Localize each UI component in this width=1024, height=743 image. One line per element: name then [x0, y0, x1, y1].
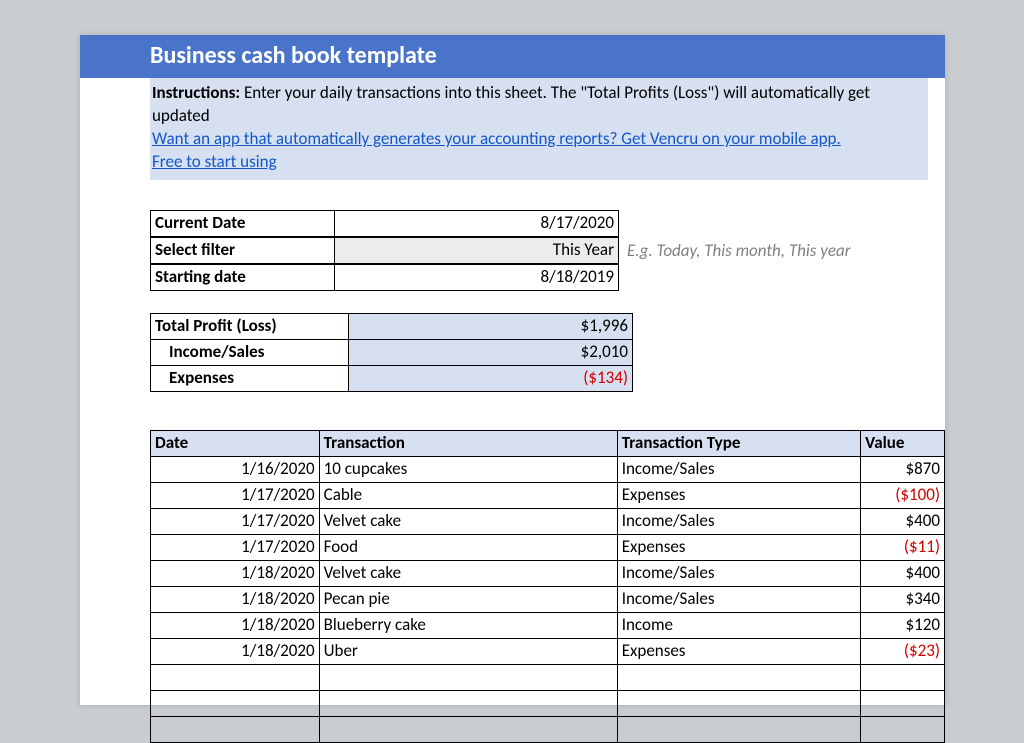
- tx-cell-date[interactable]: 1/18/2020: [151, 586, 320, 612]
- tx-cell-transaction[interactable]: Food: [319, 534, 617, 560]
- spreadsheet-sheet: Business cash book template Instructions…: [80, 35, 945, 705]
- info-row-label: Current Date: [151, 210, 335, 236]
- info-row-value[interactable]: This Year: [335, 237, 619, 263]
- tx-header-row: Date Transaction Transaction Type Value: [151, 430, 945, 456]
- tx-cell-date[interactable]: 1/17/2020: [151, 482, 320, 508]
- tx-cell-value[interactable]: ($23): [861, 638, 945, 664]
- table-row[interactable]: 1/18/2020 Blueberry cake Income $120: [151, 612, 945, 638]
- tx-cell-date[interactable]: [151, 664, 320, 690]
- table-row[interactable]: 1/18/2020 Uber Expenses ($23): [151, 638, 945, 664]
- info-row-table: Select filter This Year: [150, 237, 619, 264]
- summary-row-label: Expenses: [151, 365, 349, 391]
- summary-table: Total Profit (Loss) $1,996 Income/Sales …: [150, 313, 633, 392]
- tx-cell-type[interactable]: Expenses: [617, 534, 860, 560]
- tx-cell-date[interactable]: 1/17/2020: [151, 508, 320, 534]
- summary-row: Income/Sales $2,010: [151, 339, 633, 365]
- tx-header-type: Transaction Type: [617, 430, 860, 456]
- tx-cell-transaction[interactable]: Uber: [319, 638, 617, 664]
- tx-cell-type[interactable]: Income/Sales: [617, 508, 860, 534]
- tx-cell-transaction[interactable]: [319, 716, 617, 742]
- tx-cell-value[interactable]: ($11): [861, 534, 945, 560]
- tx-cell-date[interactable]: 1/18/2020: [151, 638, 320, 664]
- table-row[interactable]: 1/18/2020 Velvet cake Income/Sales $400: [151, 560, 945, 586]
- tx-cell-date[interactable]: 1/17/2020: [151, 534, 320, 560]
- table-row[interactable]: 1/17/2020 Cable Expenses ($100): [151, 482, 945, 508]
- promo-link-text1[interactable]: Want an app that automatically generates…: [152, 128, 841, 149]
- summary-row-value: $2,010: [349, 339, 633, 365]
- summary-row: Expenses ($134): [151, 365, 633, 391]
- info-row: Current Date 8/17/2020: [150, 210, 945, 237]
- summary-row-label: Total Profit (Loss): [151, 313, 349, 339]
- tx-cell-transaction[interactable]: Velvet cake: [319, 508, 617, 534]
- promo-link-text2[interactable]: Free to start using: [152, 151, 277, 172]
- summary-row-value: $1,996: [349, 313, 633, 339]
- info-row-table: Starting date 8/18/2019: [150, 264, 619, 291]
- tx-cell-date[interactable]: 1/18/2020: [151, 612, 320, 638]
- tx-cell-value[interactable]: [861, 664, 945, 690]
- tx-cell-value[interactable]: $340: [861, 586, 945, 612]
- info-row: Starting date 8/18/2019: [150, 264, 945, 291]
- instructions-label: Instructions:: [152, 82, 244, 103]
- tx-cell-value[interactable]: $870: [861, 456, 945, 482]
- tx-cell-transaction[interactable]: [319, 664, 617, 690]
- table-row[interactable]: 1/17/2020 Velvet cake Income/Sales $400: [151, 508, 945, 534]
- table-row[interactable]: [151, 716, 945, 742]
- instructions-body: Enter your daily transactions into this …: [152, 82, 870, 126]
- table-row[interactable]: 1/16/2020 10 cupcakes Income/Sales $870: [151, 456, 945, 482]
- tx-cell-type[interactable]: Income/Sales: [617, 456, 860, 482]
- content-area: Current Date 8/17/2020 Select filter Thi…: [80, 180, 945, 743]
- info-row-table: Current Date 8/17/2020: [150, 210, 619, 237]
- instructions-box: Instructions: Enter your daily transacti…: [150, 78, 928, 180]
- tx-cell-transaction[interactable]: Pecan pie: [319, 586, 617, 612]
- tx-cell-transaction[interactable]: 10 cupcakes: [319, 456, 617, 482]
- tx-cell-type[interactable]: Income: [617, 612, 860, 638]
- summary-row: Total Profit (Loss) $1,996: [151, 313, 633, 339]
- tx-cell-transaction[interactable]: Velvet cake: [319, 560, 617, 586]
- tx-cell-value[interactable]: $120: [861, 612, 945, 638]
- table-row[interactable]: [151, 690, 945, 716]
- tx-cell-value[interactable]: ($100): [861, 482, 945, 508]
- info-row-value[interactable]: 8/17/2020: [335, 210, 619, 236]
- info-row: Select filter This Year E.g. Today, This…: [150, 237, 945, 264]
- tx-cell-date[interactable]: [151, 716, 320, 742]
- info-row-label: Select filter: [151, 237, 335, 263]
- table-row[interactable]: 1/17/2020 Food Expenses ($11): [151, 534, 945, 560]
- promo-link-line1[interactable]: Want an app that automatically generates…: [150, 128, 920, 151]
- tx-header-date: Date: [151, 430, 320, 456]
- transactions-table: Date Transaction Transaction Type Value …: [150, 430, 945, 743]
- tx-cell-type[interactable]: [617, 664, 860, 690]
- page-title: Business cash book template: [80, 35, 945, 78]
- tx-cell-type[interactable]: Expenses: [617, 638, 860, 664]
- summary-table-wrap: Total Profit (Loss) $1,996 Income/Sales …: [150, 313, 945, 392]
- title-text: Business cash book template: [150, 41, 437, 70]
- tx-cell-value[interactable]: $400: [861, 508, 945, 534]
- promo-link-line2[interactable]: Free to start using: [150, 151, 920, 174]
- table-row[interactable]: [151, 664, 945, 690]
- tx-cell-value[interactable]: [861, 690, 945, 716]
- summary-row-value: ($134): [349, 365, 633, 391]
- info-row-label: Starting date: [151, 264, 335, 290]
- tx-cell-transaction[interactable]: [319, 690, 617, 716]
- tx-cell-type[interactable]: [617, 716, 860, 742]
- tx-cell-type[interactable]: Expenses: [617, 482, 860, 508]
- info-row-value[interactable]: 8/18/2019: [335, 264, 619, 290]
- summary-row-label: Income/Sales: [151, 339, 349, 365]
- tx-cell-transaction[interactable]: Blueberry cake: [319, 612, 617, 638]
- table-row[interactable]: 1/18/2020 Pecan pie Income/Sales $340: [151, 586, 945, 612]
- tx-cell-date[interactable]: [151, 690, 320, 716]
- tx-cell-type[interactable]: Income/Sales: [617, 560, 860, 586]
- tx-cell-date[interactable]: 1/18/2020: [151, 560, 320, 586]
- tx-header-transaction: Transaction: [319, 430, 617, 456]
- tx-cell-type[interactable]: Income/Sales: [617, 586, 860, 612]
- instructions-text: Instructions: Enter your daily transacti…: [150, 82, 920, 128]
- tx-header-value: Value: [861, 430, 945, 456]
- info-table-wrap: Current Date 8/17/2020 Select filter Thi…: [150, 210, 945, 291]
- info-row-hint: E.g. Today, This month, This year: [627, 240, 851, 261]
- transactions-table-wrap: Date Transaction Transaction Type Value …: [150, 430, 945, 743]
- tx-cell-type[interactable]: [617, 690, 860, 716]
- tx-cell-value[interactable]: [861, 716, 945, 742]
- tx-cell-transaction[interactable]: Cable: [319, 482, 617, 508]
- tx-cell-date[interactable]: 1/16/2020: [151, 456, 320, 482]
- tx-cell-value[interactable]: $400: [861, 560, 945, 586]
